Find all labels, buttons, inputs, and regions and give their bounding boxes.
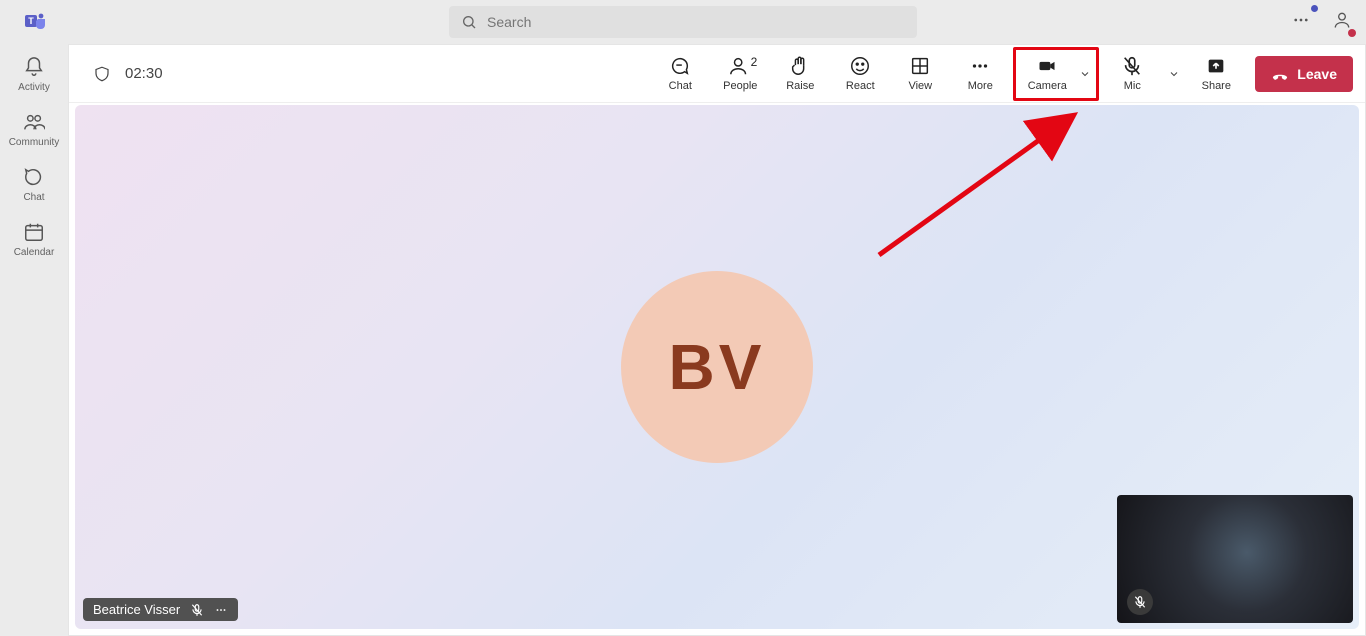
participant-name: Beatrice Visser [93,602,180,617]
ellipsis-icon [1292,11,1310,29]
notification-dot [1311,5,1318,12]
participant-more-button[interactable] [214,603,228,617]
people-icon [729,55,751,77]
app-rail: Activity Community Chat Calendar [0,44,68,636]
leave-label: Leave [1297,66,1337,82]
rail-label: Community [9,137,60,148]
ellipsis-icon [969,55,991,77]
rail-label: Calendar [14,247,55,258]
camera-button[interactable]: Camera [1018,50,1076,98]
rail-item-chat[interactable]: Chat [4,160,64,209]
smile-icon [849,55,871,77]
raise-hand-button[interactable]: Raise [773,50,827,98]
self-mic-badge [1127,589,1153,615]
search-box[interactable] [449,6,917,38]
rail-label: Activity [18,82,50,93]
view-button[interactable]: View [893,50,947,98]
share-screen-icon [1205,55,1227,77]
search-icon [461,14,477,30]
mic-options-chevron[interactable] [1165,68,1183,80]
react-button[interactable]: React [833,50,887,98]
call-timer: 02:30 [125,65,163,82]
rail-item-activity[interactable]: Activity [4,50,64,99]
rail-label: Chat [23,192,44,203]
profile-button[interactable] [1332,10,1352,35]
svg-text:T: T [28,16,34,26]
video-area: BV Beatrice Visser [75,105,1359,629]
people-button[interactable]: 2 People [713,50,767,98]
leave-button[interactable]: Leave [1255,56,1353,92]
mic-button[interactable]: Mic [1105,50,1159,98]
chevron-down-icon [1079,68,1091,80]
bell-icon [23,56,45,78]
camera-options-chevron[interactable] [1076,68,1094,80]
mic-off-icon [190,603,204,617]
people-count: 2 [751,55,758,69]
community-icon [23,111,45,133]
calendar-icon [23,221,45,243]
camera-highlight-box: Camera [1013,47,1099,101]
person-icon [1332,10,1352,30]
participant-name-chip[interactable]: Beatrice Visser [83,598,238,621]
share-button[interactable]: Share [1189,50,1243,98]
presence-dot [1348,29,1356,37]
camera-icon [1035,56,1059,76]
rail-item-community[interactable]: Community [4,105,64,154]
mic-off-icon [1133,595,1147,609]
chevron-down-icon [1168,68,1180,80]
avatar-initials: BV [669,330,766,404]
meeting-toolbar: 02:30 Chat 2 People Raise React [69,45,1365,103]
shield-icon[interactable] [93,65,111,83]
chat-bubble-icon [669,55,691,77]
self-view[interactable] [1117,495,1353,623]
meeting-stage: 02:30 Chat 2 People Raise React [68,44,1366,636]
grid-icon [909,55,931,77]
participant-avatar: BV [621,271,813,463]
rail-item-calendar[interactable]: Calendar [4,215,64,264]
teams-logo: T [24,10,48,34]
settings-more-button[interactable] [1288,7,1314,38]
mic-off-icon [1121,55,1143,77]
hand-icon [789,55,811,77]
hangup-icon [1271,65,1289,83]
more-button[interactable]: More [953,50,1007,98]
titlebar: T [0,0,1366,44]
chat-button[interactable]: Chat [653,50,707,98]
search-input[interactable] [487,14,905,30]
chat-icon [23,166,45,188]
